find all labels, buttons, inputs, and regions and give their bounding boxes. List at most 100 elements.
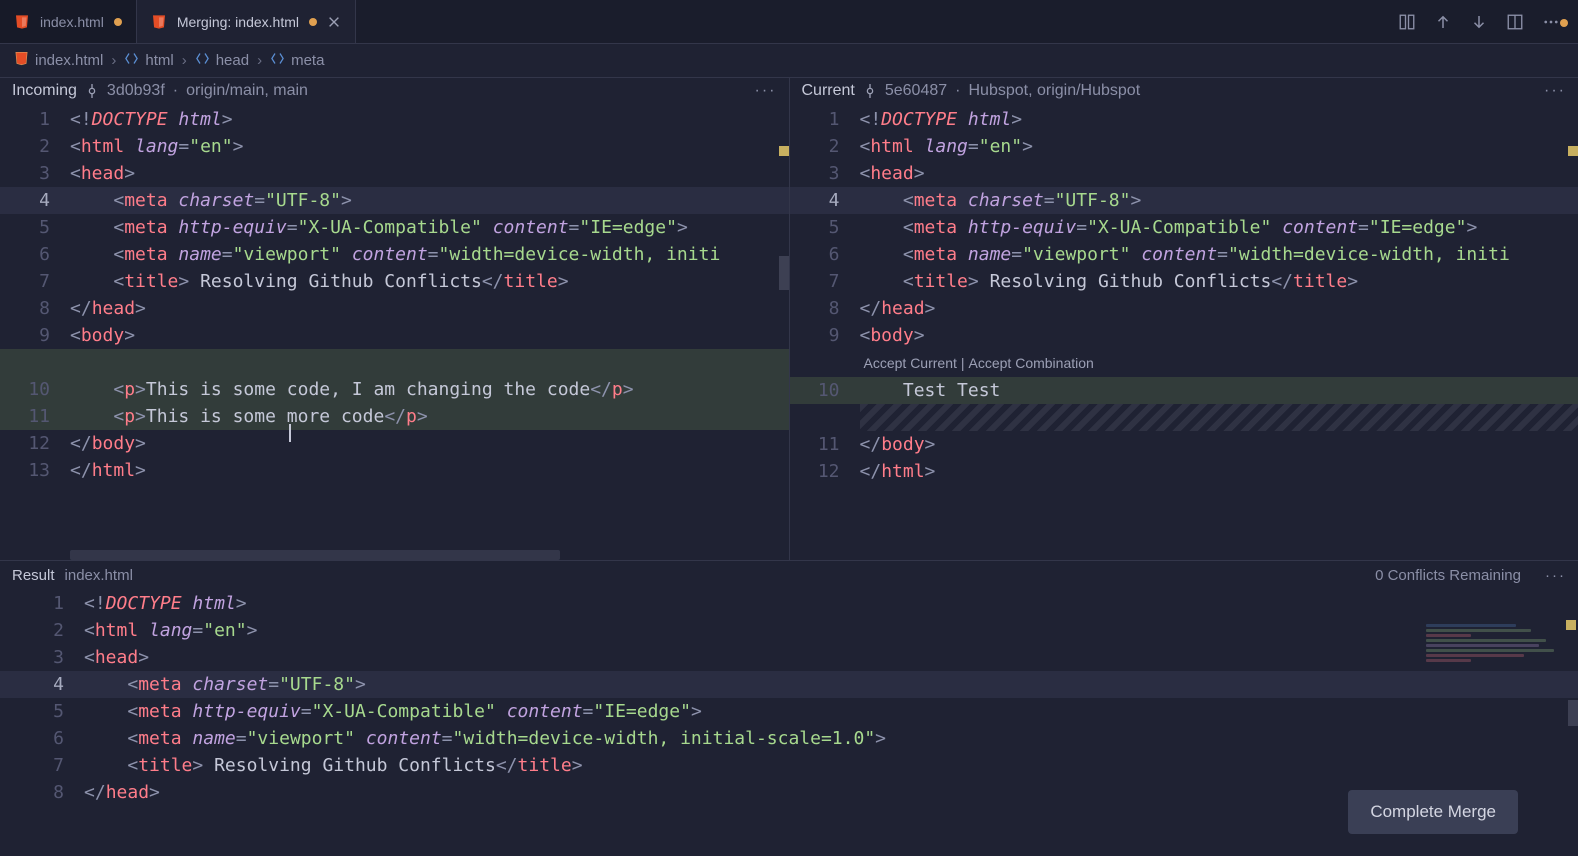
code-line[interactable]: 4 <meta charset="UTF-8">	[0, 187, 789, 214]
line-content: <title> Resolving Github Conflicts</titl…	[860, 268, 1578, 295]
commit-hash[interactable]: 3d0b93f	[107, 82, 165, 100]
line-number: 1	[790, 106, 860, 133]
more-icon[interactable]: ···	[1545, 567, 1566, 584]
code-line[interactable]: 1<!DOCTYPE html>	[0, 106, 789, 133]
line-content: <!DOCTYPE html>	[70, 106, 789, 133]
line-number	[0, 349, 70, 376]
line-content: <head>	[70, 160, 789, 187]
codelens-separator: |	[957, 355, 969, 371]
overview-marker	[1568, 146, 1578, 156]
code-line[interactable]: 12</body>	[0, 430, 789, 457]
code-line[interactable]: 6 <meta name="viewport" content="width=d…	[790, 241, 1578, 268]
incoming-editor[interactable]: 1<!DOCTYPE html>2<html lang="en">3<head>…	[0, 106, 789, 560]
accept-combination-link[interactable]: Accept Combination	[969, 355, 1094, 371]
tab-merging-index-html[interactable]: Merging: index.html	[137, 0, 356, 43]
incoming-header: Incoming 3d0b93f · origin/main, main ···	[0, 78, 789, 106]
breadcrumb-meta[interactable]: meta	[270, 51, 324, 70]
more-icon[interactable]: ···	[1544, 82, 1566, 100]
accept-current-link[interactable]: Accept Current	[864, 355, 957, 371]
line-content: </html>	[70, 457, 789, 484]
result-title: Result	[12, 567, 55, 584]
line-content: <!DOCTYPE html>	[860, 106, 1578, 133]
overview-marker	[779, 146, 789, 156]
tab-index-html[interactable]: index.html	[0, 0, 137, 43]
code-line[interactable]: 8</head>	[0, 779, 1578, 806]
code-line[interactable]: 10 <p>This is some code, I am changing t…	[0, 376, 789, 403]
more-icon[interactable]	[1542, 13, 1560, 31]
complete-merge-button[interactable]: Complete Merge	[1348, 790, 1518, 834]
html5-icon	[14, 14, 30, 30]
html5-icon	[151, 14, 167, 30]
code-line[interactable]	[790, 404, 1578, 431]
code-line[interactable]: 6 <meta name="viewport" content="width=d…	[0, 241, 789, 268]
line-number: 5	[0, 214, 70, 241]
code-line[interactable]: 8</head>	[790, 295, 1578, 322]
breadcrumb-head[interactable]: head	[195, 51, 249, 70]
brackets-icon	[124, 51, 139, 70]
scrollbar-vertical[interactable]	[1568, 700, 1578, 726]
line-number: 7	[790, 268, 860, 295]
code-line[interactable]: 2<html lang="en">	[0, 617, 1578, 644]
code-line[interactable]: 11</body>	[790, 431, 1578, 458]
code-line[interactable]: 2<html lang="en">	[790, 133, 1578, 160]
line-number: 4	[790, 187, 860, 214]
code-line[interactable]: 7 <title> Resolving Github Conflicts</ti…	[0, 268, 789, 295]
chevron-right-icon: ›	[111, 52, 116, 69]
line-number: 6	[0, 725, 84, 752]
arrow-up-icon[interactable]	[1434, 13, 1452, 31]
line-content: </head>	[860, 295, 1578, 322]
breadcrumb-file[interactable]: index.html	[14, 51, 103, 70]
code-line[interactable]: 5 <meta http-equiv="X-UA-Compatible" con…	[0, 698, 1578, 725]
code-line[interactable]: 7 <title> Resolving Github Conflicts</ti…	[790, 268, 1578, 295]
code-line[interactable]: 8</head>	[0, 295, 789, 322]
current-editor[interactable]: 1<!DOCTYPE html>2<html lang="en">3<head>…	[790, 106, 1578, 560]
scrollbar-vertical[interactable]	[779, 256, 789, 290]
line-content: <meta charset="UTF-8">	[84, 671, 1578, 698]
breadcrumb-label: meta	[291, 52, 324, 69]
code-line[interactable]: 3<head>	[790, 160, 1578, 187]
result-file: index.html	[65, 567, 133, 584]
code-line[interactable]: 4 <meta charset="UTF-8">	[0, 671, 1578, 698]
code-line[interactable]: 5 <meta http-equiv="X-UA-Compatible" con…	[0, 214, 789, 241]
line-content	[860, 404, 1578, 431]
code-line[interactable]: 7 <title> Resolving Github Conflicts</ti…	[0, 752, 1578, 779]
more-icon[interactable]: ···	[755, 82, 777, 100]
code-line[interactable]: 2<html lang="en">	[0, 133, 789, 160]
code-line[interactable]: 5 <meta http-equiv="X-UA-Compatible" con…	[790, 214, 1578, 241]
line-number: 11	[0, 403, 70, 430]
result-editor[interactable]: 1<!DOCTYPE html>2<html lang="en">3<head>…	[0, 590, 1578, 856]
code-line[interactable]: 9<body>	[0, 322, 789, 349]
code-line[interactable]: 12</html>	[790, 458, 1578, 485]
commit-hash[interactable]: 5e60487	[885, 82, 947, 100]
brackets-icon	[195, 51, 210, 70]
code-line[interactable]: 13</html>	[0, 457, 789, 484]
code-line[interactable]	[0, 349, 789, 376]
code-line[interactable]: 1<!DOCTYPE html>	[0, 590, 1578, 617]
line-content: <body>	[70, 322, 789, 349]
code-line[interactable]: 9<body>	[790, 322, 1578, 349]
code-line[interactable]: 4 <meta charset="UTF-8">	[790, 187, 1578, 214]
line-content: <body>	[860, 322, 1578, 349]
code-line[interactable]: 1<!DOCTYPE html>	[790, 106, 1578, 133]
code-line[interactable]: 10 Test Test	[790, 377, 1578, 404]
editor-actions	[1380, 13, 1578, 31]
current-pane: Current 5e60487 · Hubspot, origin/Hubspo…	[790, 78, 1578, 560]
arrow-down-icon[interactable]	[1470, 13, 1488, 31]
code-line[interactable]: 11 <p>This is some more code</p>	[0, 403, 789, 430]
breadcrumb-html[interactable]: html	[124, 51, 173, 70]
split-editor-icon[interactable]	[1506, 13, 1524, 31]
breadcrumb-label: head	[216, 52, 249, 69]
line-content: <meta http-equiv="X-UA-Compatible" conte…	[70, 214, 789, 241]
merge-diff-area: Incoming 3d0b93f · origin/main, main ···…	[0, 78, 1578, 560]
code-line[interactable]: Accept Current|Accept Combination	[790, 349, 1578, 377]
code-line[interactable]: 3<head>	[0, 160, 789, 187]
code-line[interactable]: 3<head>	[0, 644, 1578, 671]
compare-icon[interactable]	[1398, 13, 1416, 31]
scrollbar-horizontal[interactable]	[70, 550, 560, 560]
conflicts-remaining: 0 Conflicts Remaining	[1375, 567, 1521, 584]
line-number: 6	[790, 241, 860, 268]
dirty-dot-icon	[114, 18, 122, 26]
code-line[interactable]: 6 <meta name="viewport" content="width=d…	[0, 725, 1578, 752]
chevron-right-icon: ›	[257, 52, 262, 69]
close-icon[interactable]	[327, 15, 341, 29]
